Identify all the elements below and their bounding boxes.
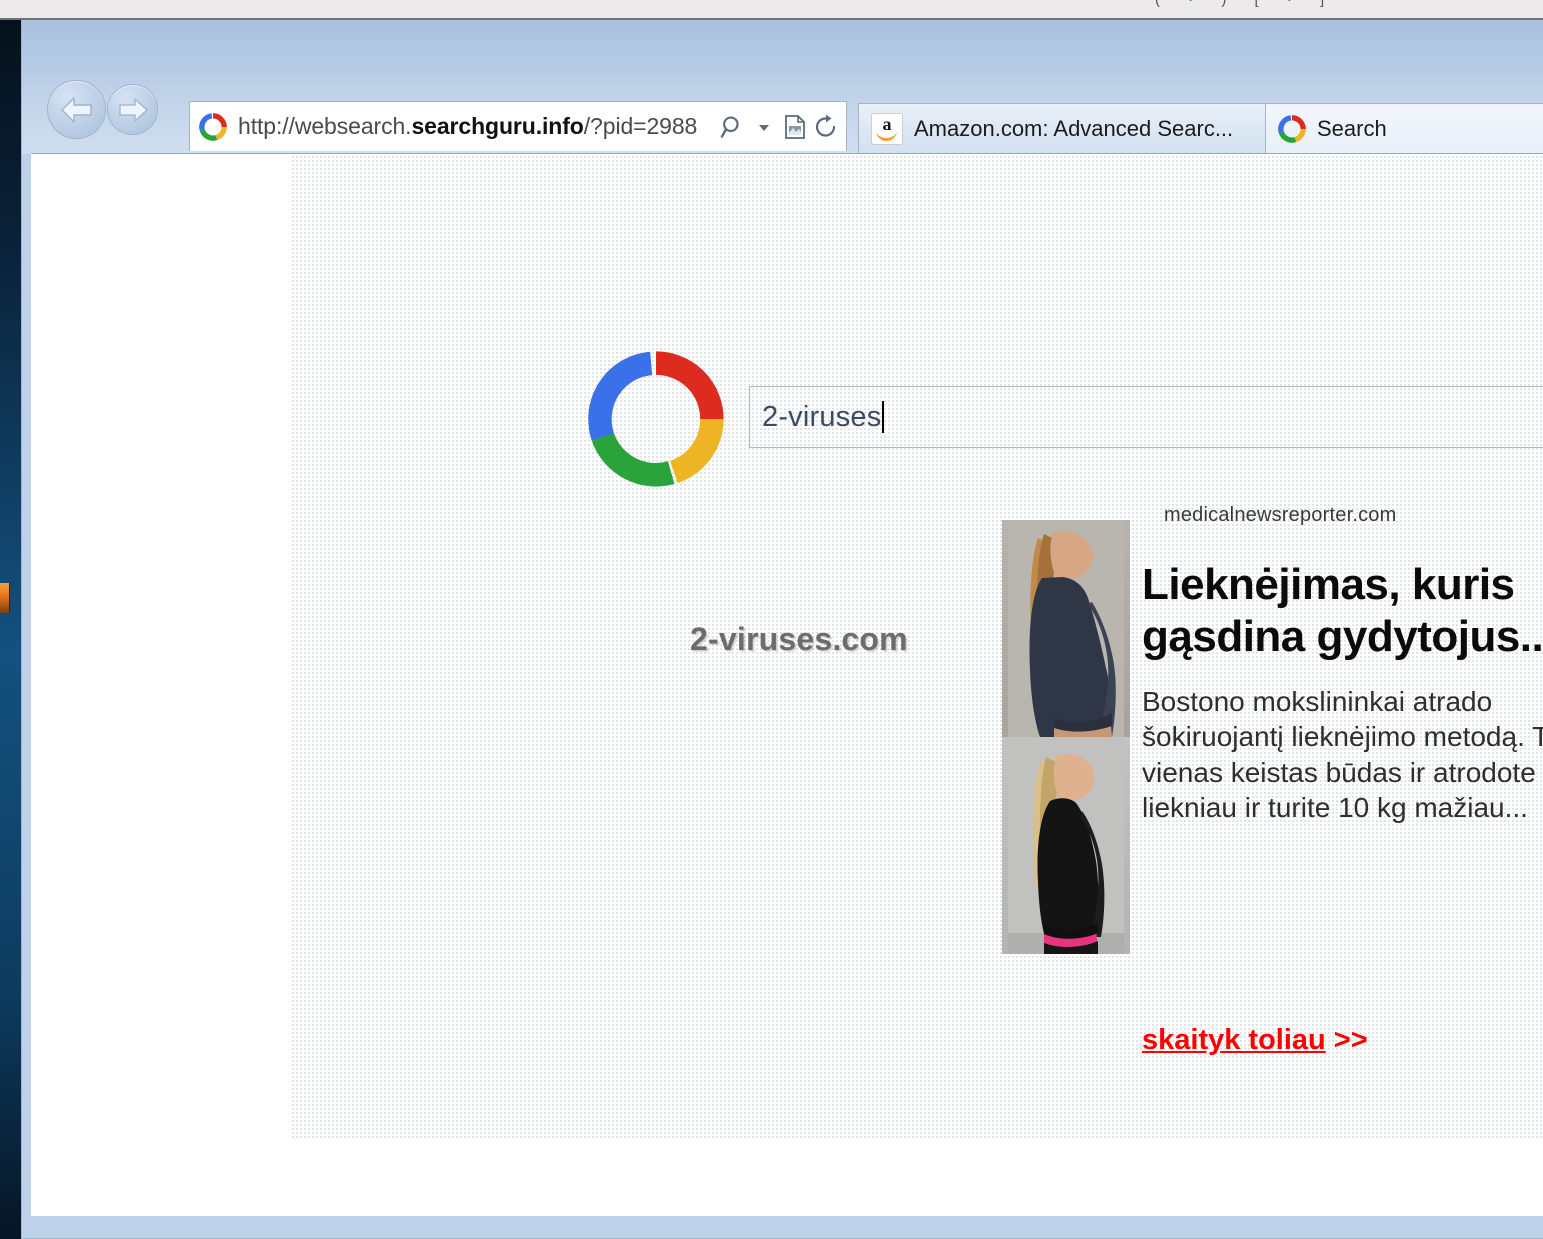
address-bar-icons — [719, 110, 840, 144]
ad-before-after-image[interactable] — [1002, 520, 1130, 954]
ad-cta-label: skaityk toliau — [1142, 1024, 1326, 1056]
advertisement-block[interactable]: medicalnewsreporter.com Lieknėjimas, kur… — [1002, 504, 1543, 1104]
ad-photo-before — [1002, 520, 1130, 737]
back-arrow-icon — [59, 95, 95, 125]
search-input-value: 2-viruses — [762, 400, 882, 433]
tab-strip: a Amazon.com: Advanced Searc... Search — [858, 101, 1543, 154]
forward-button[interactable] — [107, 84, 158, 135]
address-bar[interactable]: http://websearch.searchguru.info/?pid=29… — [189, 101, 847, 151]
amazon-favicon-icon: a — [871, 113, 903, 145]
ad-cta-arrows: >> — [1325, 1024, 1368, 1056]
search-input[interactable]: 2-viruses — [749, 386, 1543, 448]
searchguru-page-logo — [582, 350, 730, 488]
site-watermark: 2-viruses.com — [690, 621, 908, 657]
searchguru-favicon-icon — [199, 112, 227, 141]
ad-photo-after — [1002, 737, 1130, 954]
tab-amazon-label: Amazon.com: Advanced Searc... — [914, 116, 1234, 141]
text-caret — [882, 401, 885, 433]
cropped-top-right-glyphs: ( · ) [ · ] — [1155, 0, 1336, 8]
back-button[interactable] — [47, 80, 106, 139]
cropped-top-window-strip: · · · ( · ) [ · ] — [0, 0, 1543, 20]
tab-amazon[interactable]: a Amazon.com: Advanced Searc... — [858, 103, 1266, 154]
tab-search[interactable]: Search — [1265, 103, 1543, 154]
screenshot-root: · · · ( · ) [ · ] — [0, 0, 1543, 1239]
refresh-icon[interactable] — [812, 110, 840, 144]
url-suffix: /?pid=2988 — [583, 113, 698, 139]
tab-search-label: Search — [1317, 116, 1387, 141]
search-icon[interactable] — [719, 110, 747, 144]
ad-headline[interactable]: Lieknėjimas, kuris gąsdina gydytojus... — [1142, 559, 1543, 663]
compatibility-view-icon[interactable] — [781, 110, 809, 144]
ad-cta-link[interactable]: skaityk toliau >> — [1142, 1024, 1368, 1057]
chevron-down-icon[interactable] — [750, 110, 778, 144]
ad-source-domain: medicalnewsreporter.com — [1164, 504, 1397, 526]
window-bottom-chrome — [31, 1216, 1543, 1238]
browser-window: http://websearch.searchguru.info/?pid=29… — [21, 20, 1543, 1239]
ad-body-text: Bostono mokslininkai atrado šokiruojantį… — [1142, 686, 1543, 823]
desktop-icon-fragment — [0, 583, 10, 613]
searchguru-tab-icon — [1278, 115, 1306, 143]
url-prefix: http://websearch. — [238, 113, 412, 139]
url-domain: searchguru.info — [411, 113, 584, 139]
page-viewport: 2-viruses 2-viruses.com medicalnewsrepor… — [31, 153, 1543, 1217]
navigation-buttons — [35, 77, 175, 147]
cropped-top-left-glyphs: · · · — [20, 0, 172, 6]
address-bar-url: http://websearch.searchguru.info/?pid=29… — [238, 113, 719, 140]
forward-arrow-icon — [117, 97, 149, 123]
